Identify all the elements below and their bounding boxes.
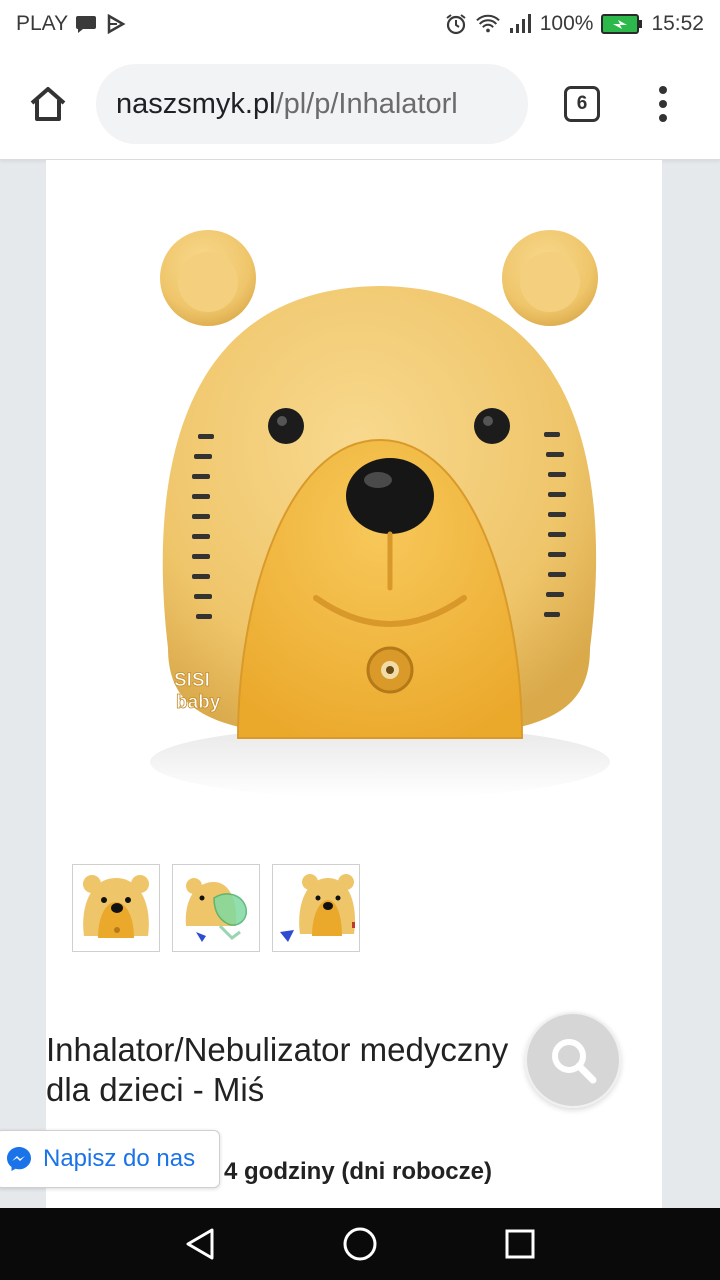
messenger-icon bbox=[7, 1147, 31, 1171]
back-triangle-icon bbox=[186, 1228, 214, 1260]
url-bar[interactable]: naszsmyk.pl/pl/p/Inhalatorl bbox=[96, 64, 528, 144]
svg-text:baby: baby bbox=[176, 692, 221, 713]
home-icon bbox=[30, 87, 66, 121]
chat-label: Napisz do nas bbox=[43, 1145, 196, 1172]
url-path: /pl/p/Inhalatorl bbox=[275, 87, 458, 120]
carrier-label: PLAY bbox=[16, 12, 69, 35]
chat-notification-icon bbox=[74, 12, 98, 36]
alarm-icon bbox=[444, 12, 468, 36]
product-title: Inhalator/Nebulizator medyczny dla dziec… bbox=[46, 1030, 566, 1110]
home-circle-icon bbox=[343, 1227, 377, 1261]
menu-dot-icon bbox=[659, 114, 667, 122]
thumbnail-strip bbox=[72, 864, 360, 952]
home-nav-button[interactable] bbox=[342, 1226, 378, 1262]
messenger-chat-button[interactable]: Napisz do nas bbox=[0, 1130, 220, 1188]
browser-toolbar: naszsmyk.pl/pl/p/Inhalatorl 6 bbox=[0, 48, 720, 160]
battery-percent: 100% bbox=[539, 12, 594, 35]
menu-dot-icon bbox=[659, 86, 667, 94]
play-store-icon bbox=[104, 12, 128, 36]
url-domain: naszsmyk.pl bbox=[116, 87, 276, 120]
back-button[interactable] bbox=[182, 1226, 218, 1262]
signal-icon bbox=[508, 12, 532, 36]
battery-charging-icon bbox=[601, 12, 643, 36]
thumbnail-bear-side[interactable] bbox=[272, 864, 360, 952]
search-icon bbox=[552, 1039, 597, 1084]
recents-square-icon bbox=[505, 1229, 535, 1259]
delivery-time: 4 godziny (dni robocze) bbox=[224, 1158, 492, 1185]
product-title-line2: dla dzieci - Miś bbox=[46, 1071, 265, 1108]
home-button[interactable] bbox=[26, 82, 70, 126]
floating-search-button[interactable] bbox=[525, 1012, 621, 1108]
bear-mask-thumbnail-image bbox=[185, 878, 247, 942]
clock: 15:52 bbox=[651, 12, 704, 35]
wifi-icon bbox=[475, 12, 500, 36]
recents-button[interactable] bbox=[502, 1226, 538, 1262]
menu-dot-icon bbox=[659, 100, 667, 108]
bear-front-thumbnail-image bbox=[83, 875, 149, 938]
status-bar: PLAY 100% 15:52 bbox=[0, 0, 720, 48]
thumbnail-bear-with-mask[interactable] bbox=[172, 864, 260, 952]
bear-side-thumbnail-image bbox=[280, 874, 355, 942]
product-main-image[interactable]: SISI baby bbox=[138, 178, 622, 798]
system-navigation-bar bbox=[0, 1208, 720, 1280]
browser-menu-button[interactable] bbox=[648, 82, 678, 126]
svg-text:SISI: SISI bbox=[174, 670, 210, 691]
tab-count: 6 bbox=[576, 93, 588, 114]
tab-switcher-button[interactable]: 6 bbox=[564, 86, 600, 122]
thumbnail-bear-front[interactable] bbox=[72, 864, 160, 952]
product-title-line1: Inhalator/Nebulizator medyczny bbox=[46, 1031, 509, 1068]
